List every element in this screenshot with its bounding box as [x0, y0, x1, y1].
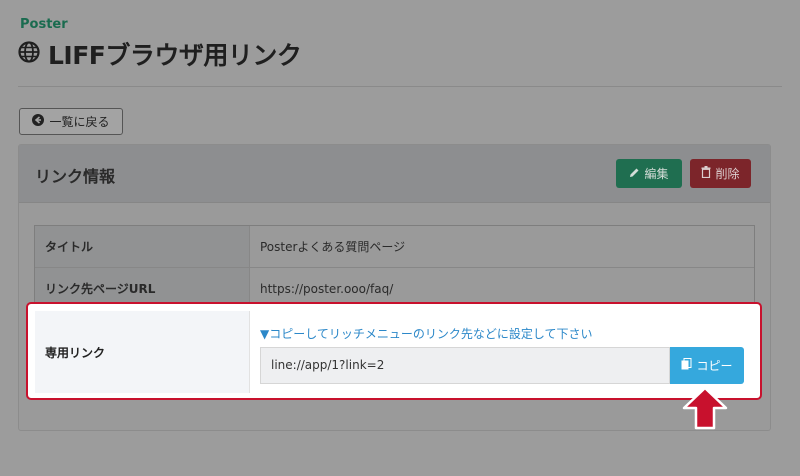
header-divider [18, 86, 782, 87]
arrow-circle-left-icon [32, 114, 45, 129]
globe-icon [18, 41, 40, 67]
card-title: リンク情報 [35, 167, 116, 186]
copy-button-label: コピー [696, 359, 733, 373]
edit-button-label: 編集 [644, 167, 669, 181]
row-label: タイトル [35, 226, 250, 267]
delete-button-label: 削除 [715, 167, 740, 181]
red-up-arrow-icon [682, 386, 728, 434]
trash-icon [701, 166, 711, 181]
back-to-list-button[interactable]: 一覧に戻る [19, 108, 123, 135]
copy-icon [681, 358, 692, 373]
pencil-icon [629, 167, 640, 181]
delete-button[interactable]: 削除 [690, 159, 751, 188]
page-title: LIFFブラウザ用リンク [48, 41, 302, 70]
row-value: Posterよくある質問ページ [260, 240, 406, 254]
brand-label: Poster [20, 17, 68, 32]
page-header: LIFFブラウザ用リンク [18, 36, 302, 72]
dedicated-link-label: 専用リンク [35, 311, 250, 393]
back-button-label: 一覧に戻る [49, 115, 110, 129]
edit-button[interactable]: 編集 [616, 159, 682, 188]
card-header: リンク情報 編集 削除 [19, 145, 770, 203]
dedicated-link-field[interactable]: line://app/1?link=2 [260, 347, 670, 384]
copy-button[interactable]: コピー [670, 347, 744, 384]
copy-hint-text: ▼コピーしてリッチメニューのリンク先などに設定して下さい [260, 327, 593, 341]
dedicated-link-highlight: 専用リンク ▼コピーしてリッチメニューのリンク先などに設定して下さい line:… [26, 302, 762, 400]
table-row: タイトル Posterよくある質問ページ [35, 226, 754, 268]
